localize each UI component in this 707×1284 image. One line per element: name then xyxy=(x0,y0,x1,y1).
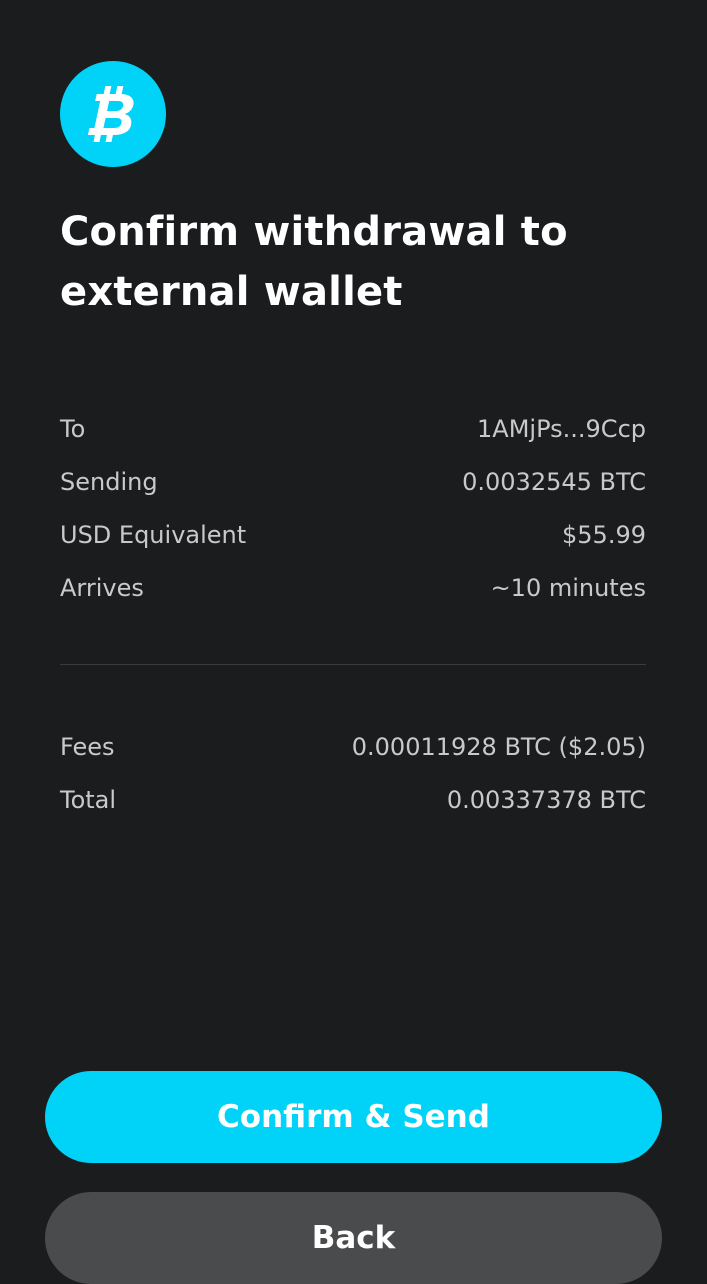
detail-label: USD Equivalent xyxy=(60,521,247,549)
detail-row-arrives: Arrives ~10 minutes xyxy=(60,570,646,606)
recipient-address: 1AMjPs...9Ccp xyxy=(477,415,646,443)
back-button[interactable]: Back xyxy=(45,1192,662,1284)
detail-row-to: To 1AMjPs...9Ccp xyxy=(60,411,646,447)
arrival-time: ~10 minutes xyxy=(490,574,646,602)
fees-amount: 0.00011928 BTC ($2.05) xyxy=(351,733,646,761)
summary-row-fees: Fees 0.00011928 BTC ($2.05) xyxy=(60,729,646,765)
total-amount: 0.00337378 BTC xyxy=(446,786,646,814)
detail-row-usd: USD Equivalent $55.99 xyxy=(60,517,646,553)
summary-row-total: Total 0.00337378 BTC xyxy=(60,782,646,818)
detail-label: Arrives xyxy=(60,574,144,602)
bitcoin-icon xyxy=(60,61,166,167)
confirm-send-label: Confirm & Send xyxy=(217,1099,490,1135)
divider xyxy=(60,664,646,665)
confirm-send-button[interactable]: Confirm & Send xyxy=(45,1071,662,1163)
sending-amount: 0.0032545 BTC xyxy=(462,468,646,496)
back-label: Back xyxy=(311,1220,396,1256)
page-title: Confirm withdrawal to external wallet xyxy=(60,209,568,315)
summary-label: Total xyxy=(60,786,117,814)
bitcoin-glyph xyxy=(87,86,134,142)
usd-equivalent: $55.99 xyxy=(562,521,646,549)
detail-row-sending: Sending 0.0032545 BTC xyxy=(60,464,646,500)
detail-label: Sending xyxy=(60,468,158,496)
detail-label: To xyxy=(60,415,86,443)
summary-label: Fees xyxy=(60,733,115,761)
